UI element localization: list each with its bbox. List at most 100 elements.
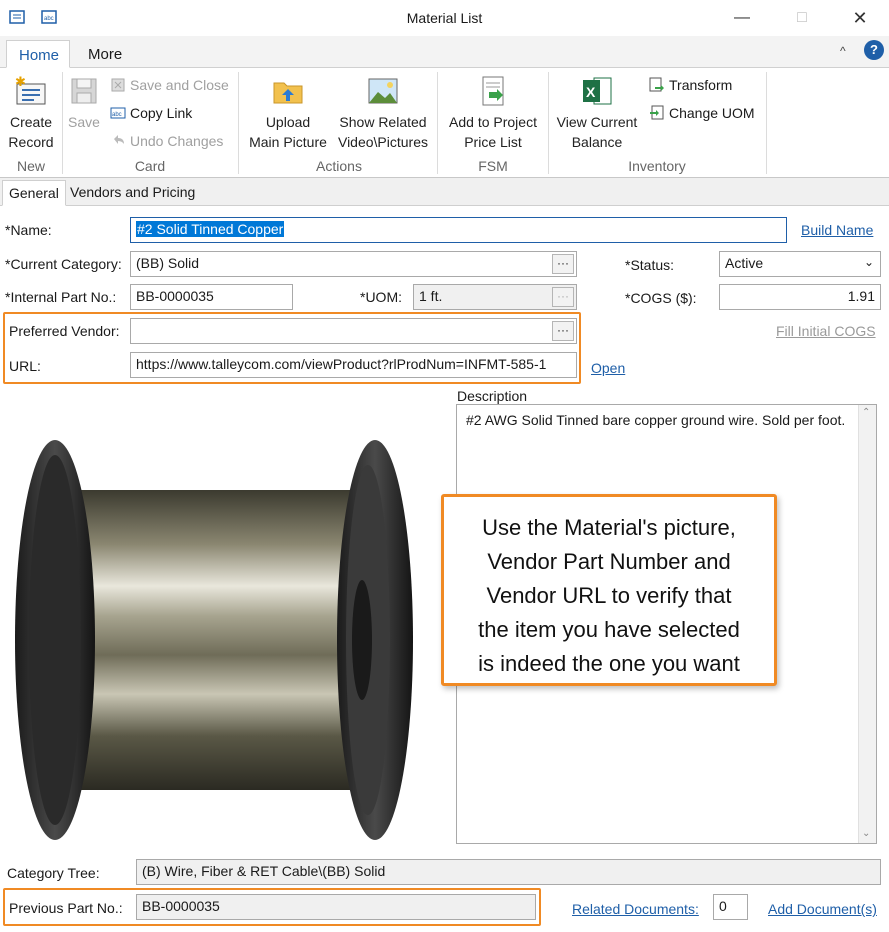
upload-main-picture-button[interactable]: Upload Main Picture [244,70,332,152]
category-tree-value: (B) Wire, Fiber & RET Cable\(BB) Solid [142,863,386,879]
callout-line: Use the Material's picture, [482,515,736,540]
ribbon-separator [62,72,63,174]
change-uom-label: Change UOM [669,105,755,121]
uom-browse-button[interactable]: ··· [552,287,574,307]
undo-changes-label: Undo Changes [130,133,224,149]
save-and-close-button[interactable]: Save and Close [110,74,229,96]
fill-initial-cogs-link[interactable]: Fill Initial COGS [776,323,876,339]
document-add-icon [476,74,510,108]
group-label-inventory: Inventory [628,158,686,174]
cogs-value: 1.91 [847,288,875,304]
scroll-up-icon[interactable]: ⌃ [862,407,870,418]
view-balance-label2: Balance [571,134,623,150]
title-bar: abc Material List — □ ✕ [0,0,889,36]
scroll-down-icon[interactable]: ⌄ [862,828,870,839]
create-record-label: Create [9,114,53,130]
build-name-link[interactable]: Build Name [801,222,873,238]
internal-part-no-field[interactable]: BB-0000035 [130,284,293,310]
category-tree-field: (B) Wire, Fiber & RET Cable\(BB) Solid [136,859,881,885]
add-to-project-price-list-button[interactable]: Add to Project Price List [440,70,546,152]
uom-label: *UOM: [360,289,402,305]
undo-icon [110,133,126,149]
description-scrollbar[interactable]: ⌃ ⌄ [858,405,876,843]
save-label: Save [68,114,100,130]
previous-part-no-value: BB-0000035 [142,898,220,914]
change-uom-button[interactable]: Change UOM [649,102,755,124]
tab-vendors-and-pricing[interactable]: Vendors and Pricing [64,180,201,206]
picture-icon [366,74,400,108]
minimize-icon[interactable]: — [722,4,762,32]
create-record-label2: Record [8,134,54,150]
name-label: *Name: [5,222,52,238]
ribbon: ✱ Create Record New Save Save and Close … [0,68,889,178]
tab-general[interactable]: General [2,180,66,206]
preferred-vendor-field[interactable] [130,318,577,344]
name-value: #2 Solid Tinned Copper [136,221,285,237]
maximize-icon[interactable]: □ [782,4,822,32]
category-tree-label: Category Tree: [7,865,100,881]
preferred-vendor-label: Preferred Vendor: [9,323,120,339]
open-url-link[interactable]: Open [591,360,625,376]
excel-icon: X [580,74,614,108]
url-field[interactable]: https://www.talleycom.com/viewProduct?rl… [130,352,577,378]
change-uom-icon [649,105,665,121]
related-documents-link[interactable]: Related Documents: [572,901,699,917]
group-label-card: Card [134,158,166,174]
transform-label: Transform [669,77,733,93]
save-button[interactable]: Save [64,70,104,132]
content-tab-bar: General Vendors and Pricing [0,178,889,206]
ribbon-separator [766,72,767,174]
current-category-value: (BB) Solid [136,255,200,271]
show-related-label: Show Related [339,114,427,130]
copy-link-icon: abc [110,105,126,121]
undo-changes-button[interactable]: Undo Changes [110,130,223,152]
group-label-actions: Actions [316,158,362,174]
group-label-new: New [16,158,45,174]
url-label: URL: [9,358,41,374]
add-to-project-label2: Price List [464,134,522,150]
upload-label: Upload [265,114,311,130]
folder-upload-icon [271,74,305,108]
copy-link-button[interactable]: abc Copy Link [110,102,192,124]
material-picture[interactable] [10,430,420,840]
view-current-balance-button[interactable]: X View Current Balance [550,70,644,152]
svg-text:abc: abc [112,112,122,118]
status-select[interactable]: Active ⌄ [719,251,881,277]
related-documents-count-value: 0 [719,898,727,914]
vendor-browse-button[interactable]: ··· [552,321,574,341]
new-record-icon: ✱ [14,74,48,108]
uom-value: 1 ft. [419,288,443,304]
related-documents-count: 0 [713,894,748,920]
current-category-label: *Current Category: [5,256,122,272]
callout-line: is indeed the one you want [478,651,740,676]
close-icon[interactable]: ✕ [840,4,880,32]
ribbon-tab-bar: Home More ^ ? [0,36,889,68]
add-documents-link[interactable]: Add Document(s) [768,901,877,917]
instruction-callout: Use the Material's picture, Vendor Part … [441,494,777,686]
internal-part-no-label: *Internal Part No.: [5,289,117,305]
previous-part-no-label: Previous Part No.: [9,900,123,916]
description-label: Description [457,388,528,404]
category-browse-button[interactable]: ··· [552,254,574,274]
cogs-field[interactable]: 1.91 [719,284,881,310]
ribbon-separator [548,72,549,174]
url-value: https://www.talleycom.com/viewProduct?rl… [136,356,547,372]
transform-button[interactable]: Transform [649,74,732,96]
chevron-down-icon: ⌄ [863,255,874,269]
transform-icon [649,77,665,93]
chevron-up-icon[interactable]: ^ [840,44,846,58]
current-category-field[interactable]: (BB) Solid [130,251,577,277]
ribbon-separator [437,72,438,174]
tab-more[interactable]: More [76,40,134,68]
create-record-button[interactable]: ✱ Create Record [2,70,60,152]
previous-part-no-field[interactable]: BB-0000035 [136,894,536,920]
view-balance-label: View Current [556,114,638,130]
copy-link-label: Copy Link [130,105,193,121]
show-related-button[interactable]: Show Related Video\Pictures [334,70,432,152]
help-icon[interactable]: ? [864,40,884,60]
description-value: #2 AWG Solid Tinned bare copper ground w… [466,412,846,428]
tab-home[interactable]: Home [6,40,70,68]
upload-label2: Main Picture [249,134,327,150]
name-field[interactable]: #2 Solid Tinned Copper [130,217,787,243]
group-label-fsm: FSM [478,158,508,174]
